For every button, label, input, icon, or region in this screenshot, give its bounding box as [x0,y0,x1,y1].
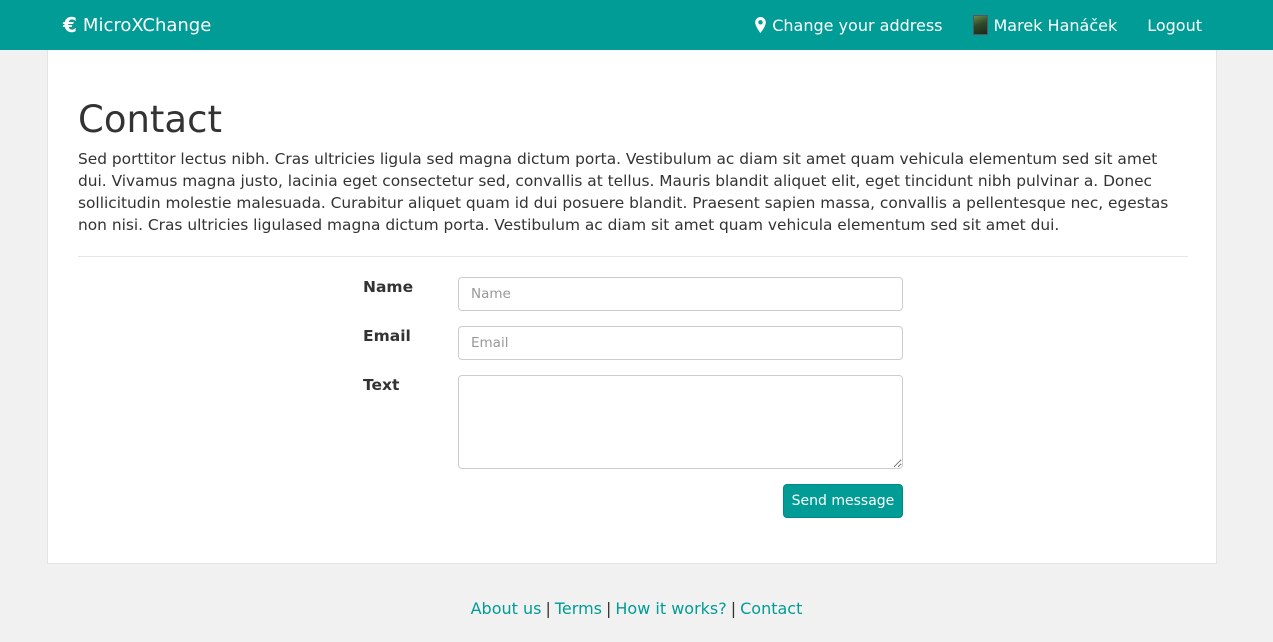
change-address-label: Change your address [772,15,943,35]
euro-icon: € [63,13,77,37]
send-message-button[interactable]: Send message [783,484,903,518]
user-name: Marek Hanáček [993,15,1118,35]
footer-link-about[interactable]: About us [471,599,542,618]
footer-link-contact[interactable]: Contact [740,599,802,618]
email-label: Email [363,327,411,345]
navbar-right: Change your address Marek Hanáček Logout [755,0,1202,50]
logout-link[interactable]: Logout [1147,16,1202,35]
top-navbar: € MicroXChange Change your address Marek… [0,0,1273,50]
footer-separator: | [545,599,551,618]
page-title: Contact [78,98,222,141]
user-menu[interactable]: Marek Hanáček [972,15,1118,35]
footer-separator: | [606,599,612,618]
avatar [972,15,988,35]
brand-label: MicroXChange [82,14,212,36]
logout-label: Logout [1147,15,1202,35]
footer-links: About us | Terms | How it works? | Contact [0,599,1273,618]
divider [78,256,1188,257]
footer-separator: | [730,599,737,618]
name-input[interactable] [458,277,903,311]
intro-text: Sed porttitor lectus nibh. Cras ultricie… [78,150,1169,234]
map-pin-icon [755,17,767,33]
footer-link-how-it-works[interactable]: How it works? [615,599,726,618]
content-panel: Contact Sed porttitor lectus nibh. Cras … [47,50,1217,564]
change-address-link[interactable]: Change your address [755,15,943,35]
email-input[interactable] [458,326,903,360]
brand-link[interactable]: € MicroXChange [63,0,211,50]
name-label: Name [363,278,414,296]
text-label: Text [363,376,400,394]
footer-link-terms[interactable]: Terms [555,599,602,618]
message-textarea[interactable] [458,375,903,469]
